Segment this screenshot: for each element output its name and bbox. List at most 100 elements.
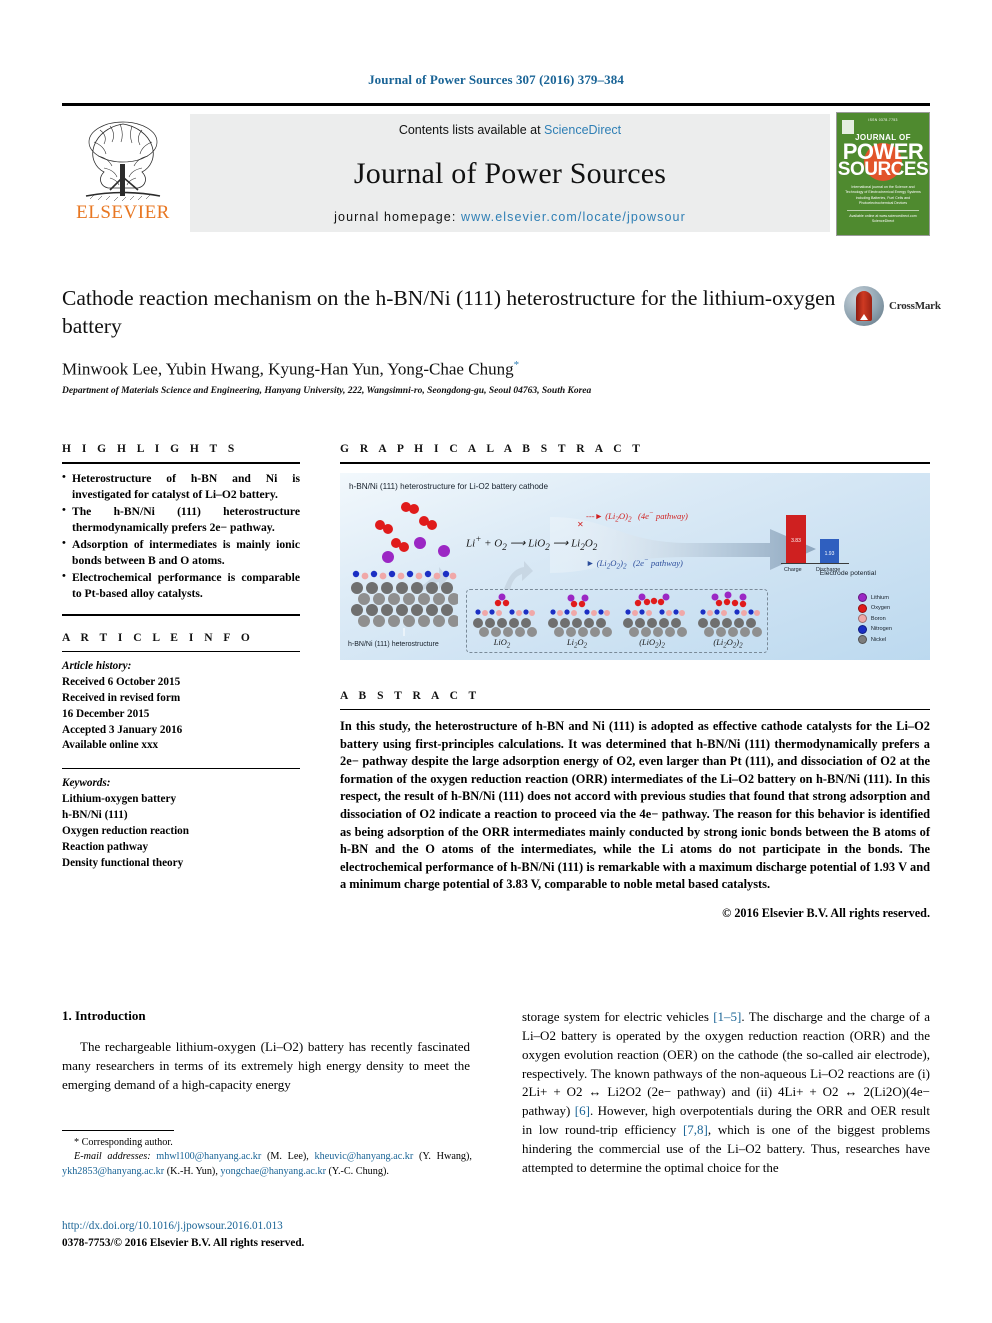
intro-text-2: . The discharge and the charge of a Li–O… [522, 1009, 930, 1119]
email-person: (K.-H. Yun) [166, 1165, 216, 1177]
ga-structure-label: (Li2O2)2 [713, 638, 743, 650]
doi-link[interactable]: http://dx.doi.org/10.1016/j.jpowsour.201… [62, 1218, 482, 1235]
left-column: H I G H L I G H T S Heterostructure of h… [62, 443, 300, 872]
title-block: Cathode reaction mechanism on the h-BN/N… [62, 284, 941, 397]
contents-available-line: Contents lists available at ScienceDirec… [399, 123, 621, 137]
citation-ref-1[interactable]: [1–5] [713, 1009, 741, 1024]
email-link[interactable]: yongchae@hanyang.ac.kr [220, 1166, 326, 1177]
corresponding-author-note: * Corresponding author. [74, 1137, 173, 1148]
intro-paragraph-left: The rechargeable lithium-oxygen (Li–O2) … [62, 1039, 470, 1092]
journal-title: Journal of Power Sources [353, 156, 667, 190]
list-item: Oxygen [857, 603, 892, 613]
list-item: Nickel [857, 635, 892, 644]
right-column: G R A P H I C A L A B S T R A C T h-BN/N… [340, 443, 930, 921]
graphical-abstract-heading: G R A P H I C A L A B S T R A C T [340, 443, 644, 455]
sciencedirect-link[interactable]: ScienceDirect [544, 123, 621, 137]
ga-cross-mark-icon: ✕ [577, 520, 584, 529]
ga-bar-charge: 3.83 [786, 515, 806, 563]
crossmark-book-icon [856, 291, 872, 321]
email-link[interactable]: kheuvic@hanyang.ac.kr [315, 1151, 414, 1162]
highlights-rule [62, 462, 300, 464]
keyword-item: Reaction pathway [62, 840, 149, 853]
email-addresses-line: E-mail addresses: mhwl100@hanyang.ac.kr … [62, 1151, 472, 1177]
keyword-item: Lithium-oxygen battery [62, 793, 177, 806]
list-item: Adsorption of intermediates is mainly io… [62, 536, 300, 569]
author-names: Minwook Lee, Yubin Hwang, Kyung-Han Yun,… [62, 359, 514, 379]
ga-chart-caption: Electrode potential [819, 570, 876, 577]
article-history-block: Article history: Received 6 October 2015… [62, 659, 300, 754]
ga-bar-charge-label: Charge [784, 567, 802, 573]
running-head: Journal of Power Sources 307 (2016) 379–… [368, 72, 624, 87]
highlights-heading: H I G H L I G H T S [62, 443, 239, 455]
list-item: Electrochemical performance is comparabl… [62, 569, 300, 602]
doi-block: http://dx.doi.org/10.1016/j.jpowsour.201… [62, 1218, 482, 1252]
article-info-heading: A R T I C L E I N F O [62, 631, 254, 644]
legend-swatch-nitrogen [857, 624, 867, 634]
affiliation: Department of Materials Science and Engi… [62, 386, 592, 397]
crossmark-badge[interactable]: CrossMark [844, 286, 941, 330]
article-info-top-rule [62, 613, 300, 616]
email-link[interactable]: mhwl100@hanyang.ac.kr [156, 1151, 261, 1162]
legend-label: Nitrogen [870, 626, 892, 632]
cover-elsevier-mark-icon [842, 120, 854, 134]
ga-slab-label: h-BN/Ni (111) heterostructure [348, 641, 439, 648]
citation-ref-3[interactable]: [7,8] [683, 1122, 708, 1137]
history-item: 16 December 2015 [62, 707, 150, 720]
ga-structure-label: LiO2 [493, 638, 511, 650]
abstract-rule [340, 709, 930, 710]
email-label: E-mail addresses: [74, 1151, 151, 1163]
email-person: (Y. Hwang) [418, 1151, 470, 1163]
ga-legend: Lithium Oxygen Boron Nitrogen Nickel [857, 593, 892, 646]
elsevier-tree-icon [80, 116, 166, 204]
citation-ref-2[interactable]: [6] [575, 1103, 590, 1118]
keyword-item: h-BN/Ni (111) [62, 809, 128, 822]
article-history-label: Article history: [62, 659, 132, 672]
abstract-heading: A B S T R A C T [340, 690, 481, 702]
keywords-label: Keywords: [62, 777, 111, 790]
ga-hbn-ni-slab [351, 570, 458, 636]
author-list: Minwook Lee, Yubin Hwang, Kyung-Han Yun,… [62, 359, 930, 380]
legend-swatch-oxygen [857, 603, 867, 613]
history-item: Received in revised form [62, 691, 181, 704]
homepage-url-link[interactable]: www.elsevier.com/locate/jpowsour [461, 210, 686, 224]
elsevier-logo: ELSEVIER [62, 110, 184, 238]
history-item: Available online xxx [62, 739, 159, 752]
highlights-list: Heterostructure of h-BN and Ni is invest… [62, 470, 300, 602]
ga-electrode-potential-chart: 3.83 1.93 Charge Discharge [781, 503, 856, 575]
legend-label: Lithium [870, 594, 889, 601]
ga-intermediate-structures [473, 591, 762, 637]
crossmark-circle-icon [844, 286, 884, 326]
graphical-abstract-rule [340, 462, 930, 464]
article-info-rule [62, 650, 300, 652]
ga-chart-axis [781, 563, 849, 564]
keyword-item: Density functional theory [62, 856, 184, 869]
journal-masthead: ELSEVIER Contents lists available at Sci… [62, 103, 930, 236]
article-first-page: Journal of Power Sources 307 (2016) 379–… [0, 0, 992, 1323]
ga-structures-box: LiO2 Li2O2 (LiO2)2 (Li2O2)2 [466, 589, 768, 653]
legend-swatch-nickel [857, 635, 867, 644]
history-item: Received 6 October 2015 [62, 675, 181, 688]
cover-blurb-text: International journal on the Science and… [845, 185, 921, 206]
section-title-introduction: 1. Introduction [62, 1008, 146, 1023]
legend-label: Oxygen [870, 605, 891, 611]
ga-bar-discharge: 1.93 [820, 539, 839, 563]
intro-paragraph-right: storage system for electric vehicles [1–… [522, 1008, 930, 1178]
ga-2e-pathway-label: ► (Li2O2)2 (2e− pathway) [586, 556, 683, 571]
crossmark-label: CrossMark [889, 300, 941, 312]
ga-bar-charge-value: 3.83 [791, 538, 801, 545]
legend-label: Boron [870, 615, 886, 622]
ga-bar-discharge-value: 1.93 [824, 550, 835, 557]
contents-prefix: Contents lists available at [398, 123, 541, 137]
body-left-column: 1. Introduction The rechargeable lithium… [62, 1008, 470, 1095]
elsevier-wordmark: ELSEVIER [76, 202, 170, 223]
legend-swatch-lithium [857, 593, 867, 602]
list-item: Lithium [857, 593, 892, 602]
abstract-text: In this study, the heterostructure of h-… [340, 719, 930, 892]
footnote-block: * Corresponding author. E-mail addresses… [62, 1136, 472, 1179]
ga-4e-pathway-label: ---► (Li2O)2 (4e− pathway) [586, 509, 688, 524]
email-link[interactable]: ykh2853@hanyang.ac.kr [62, 1166, 164, 1177]
cover-issn-label: ISSN 0378-7753 [868, 118, 898, 122]
list-item: Heterostructure of h-BN and Ni is invest… [62, 470, 300, 503]
keywords-block: Keywords: Lithium-oxygen battery h-BN/Ni… [62, 776, 300, 871]
homepage-prefix: journal homepage: [334, 210, 457, 224]
